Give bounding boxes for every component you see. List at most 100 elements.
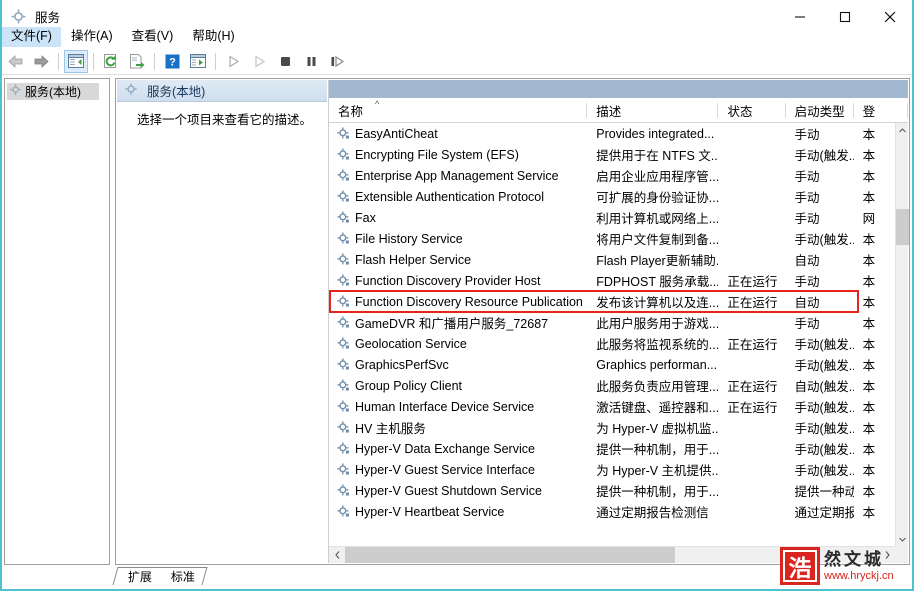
- column-header-startup-type[interactable]: 启动类型: [786, 98, 854, 123]
- service-logon-cell-label: 本: [862, 191, 876, 205]
- service-description-cell-label: 为 Hyper-V 主机提供...: [596, 464, 719, 478]
- scroll-up-button[interactable]: [896, 123, 909, 137]
- window-title: 服务: [35, 11, 61, 25]
- column-header-logon-as[interactable]: 登: [854, 98, 909, 123]
- vertical-scrollbar[interactable]: [895, 123, 909, 546]
- stop-service-button[interactable]: [273, 50, 297, 73]
- detail-pane-description: 选择一个项目来查看它的描述。: [137, 113, 313, 127]
- service-logon-cell-label: 本: [862, 275, 876, 289]
- service-name-label: Hyper-V Guest Shutdown Service: [355, 483, 542, 498]
- export-list-button[interactable]: [125, 50, 149, 73]
- table-row[interactable]: GraphicsPerfSvc Graphics performan... 手动(触…: [329, 354, 908, 375]
- table-row[interactable]: Hyper-V Guest Shutdown Service 提供一种机制，用于.…: [329, 480, 908, 501]
- forward-button[interactable]: [29, 50, 53, 73]
- service-name-label: Hyper-V Heartbeat Service: [355, 504, 505, 519]
- table-row[interactable]: Human Interface Device Service 激活键盘、遥控器和.…: [329, 396, 908, 417]
- menu-help[interactable]: 帮助(H): [183, 27, 243, 47]
- refresh-button[interactable]: [99, 50, 123, 73]
- start-service-button[interactable]: [221, 50, 245, 73]
- service-gear-icon: [336, 127, 350, 141]
- table-row[interactable]: Group Policy Client 此服务负责应用管理... 正在运行 自动(触发…: [329, 375, 908, 396]
- service-gear-icon: [336, 316, 350, 330]
- menu-file-label: 文件(F): [11, 29, 52, 43]
- vertical-scrollbar-thumb[interactable]: [896, 209, 909, 245]
- service-description-cell-label: 利用计算机或网络上...: [596, 212, 719, 226]
- restart-service-button[interactable]: [325, 50, 349, 73]
- watermark-url: www.hryckj.cn: [824, 569, 894, 582]
- table-row[interactable]: HV 主机服务 为 Hyper-V 虚拟机监... 手动(触发... 本: [329, 417, 908, 438]
- help-button[interactable]: ?: [160, 50, 184, 73]
- back-button[interactable]: [3, 50, 27, 73]
- table-row[interactable]: Function Discovery Resource Publication 发…: [329, 291, 908, 312]
- tree-node-services-local[interactable]: 服务(本地): [7, 83, 99, 100]
- service-name-cell: Geolocation Service: [329, 333, 587, 354]
- column-header-status[interactable]: 状态: [718, 98, 786, 123]
- service-logon-cell-label: 本: [862, 317, 876, 331]
- column-header-description[interactable]: 描述: [587, 98, 719, 123]
- service-description-cell: 可扩展的身份验证协...: [587, 186, 718, 207]
- sort-ascending-icon: ^: [375, 98, 380, 109]
- menu-action[interactable]: 操作(A): [62, 27, 122, 47]
- service-gear-icon: [336, 274, 350, 288]
- service-description-cell: 发布该计算机以及连...: [587, 291, 718, 312]
- service-description-cell: 为 Hyper-V 主机提供...: [587, 459, 718, 480]
- table-row[interactable]: Enterprise App Management Service 启用企业应用程…: [329, 165, 908, 186]
- service-logon-cell-label: 本: [862, 296, 876, 310]
- services-rows[interactable]: EasyAntiCheat Provides integrated... 手动本 En…: [329, 123, 908, 522]
- service-name-label: Function Discovery Resource Publication: [355, 294, 583, 309]
- table-row[interactable]: Encrypting File System (EFS) 提供用于在 NTFS 文…: [329, 144, 908, 165]
- svg-text:?: ?: [169, 56, 176, 68]
- table-row[interactable]: File History Service 将用户文件复制到备... 手动(触发...…: [329, 228, 908, 249]
- menu-file[interactable]: 文件(F): [2, 27, 61, 47]
- service-name-label: Group Policy Client: [355, 378, 462, 393]
- resume-service-button[interactable]: [247, 50, 271, 73]
- service-gear-icon: [336, 421, 350, 435]
- service-name-cell: Hyper-V Guest Service Interface: [329, 459, 587, 480]
- table-row[interactable]: EasyAntiCheat Provides integrated... 手动 本: [329, 123, 908, 144]
- service-logon-cell-label: 本: [862, 338, 876, 352]
- service-startup-type-cell-label: 手动: [794, 128, 820, 142]
- service-logon-cell-label: 本: [862, 380, 876, 394]
- menu-help-label: 帮助(H): [192, 29, 235, 43]
- service-name-cell: Group Policy Client: [329, 375, 587, 396]
- scroll-down-button[interactable]: [896, 532, 909, 546]
- horizontal-scrollbar-thumb[interactable]: [345, 547, 675, 563]
- table-row[interactable]: Extensible Authentication Protocol 可扩展的身份…: [329, 186, 908, 207]
- column-header-name[interactable]: 名称 ^: [329, 98, 588, 123]
- table-row[interactable]: GameDVR 和广播用户服务_72687 此用户服务用于游戏... 手动 本: [329, 312, 908, 333]
- menu-action-label: 操作(A): [70, 29, 113, 43]
- service-startup-type-cell-label: 自动: [794, 254, 820, 268]
- table-row[interactable]: Hyper-V Guest Service Interface 为 Hyper-V…: [329, 459, 908, 480]
- service-name-cell: GraphicsPerfSvc: [329, 354, 587, 375]
- table-row[interactable]: Geolocation Service 此服务将监视系统的... 正在运行 手动(触发…: [329, 333, 908, 354]
- service-startup-type-cell-label: 手动(触发...: [794, 149, 854, 163]
- service-status-cell: [718, 501, 785, 522]
- pause-service-button[interactable]: [299, 50, 323, 73]
- menu-view[interactable]: 查看(V): [123, 27, 183, 47]
- table-row[interactable]: Hyper-V Heartbeat Service 通过定期报告检测信 通过定期报告…: [329, 501, 908, 522]
- table-row[interactable]: Fax 利用计算机或网络上... 手动 网: [329, 207, 908, 228]
- service-startup-type-cell: 手动(触发...: [786, 417, 854, 438]
- table-row[interactable]: Flash Helper Service Flash Player更新辅助... 自…: [329, 249, 908, 270]
- service-name-cell: File History Service: [329, 228, 587, 249]
- table-row[interactable]: Hyper-V Data Exchange Service 提供一种机制，用于..…: [329, 438, 908, 459]
- service-name-cell: Function Discovery Resource Publication: [329, 291, 587, 312]
- service-name-label: Fax: [355, 210, 376, 225]
- service-status-cell: [718, 249, 785, 270]
- service-status-cell: [718, 417, 785, 438]
- properties-window-button[interactable]: [186, 50, 210, 73]
- service-description-cell-label: 此服务将监视系统的...: [596, 338, 719, 352]
- table-row[interactable]: Function Discovery Provider Host FDPHOST …: [329, 270, 908, 291]
- scroll-left-button[interactable]: [329, 547, 345, 563]
- show-console-tree-button[interactable]: [64, 49, 88, 73]
- tab-standard[interactable]: 标准: [156, 567, 208, 585]
- service-description-cell: FDPHOST 服务承载...: [587, 270, 718, 291]
- service-description-cell-label: 将用户文件复制到备...: [596, 233, 719, 247]
- service-startup-type-cell: 手动(触发...: [786, 228, 854, 249]
- service-description-cell-label: 此服务负责应用管理...: [596, 380, 719, 394]
- toolbar-separator: [154, 52, 155, 70]
- service-status-cell-label: 正在运行: [727, 401, 778, 415]
- service-description-cell-label: Provides integrated...: [596, 126, 715, 141]
- service-description-cell: 此服务将监视系统的...: [587, 333, 718, 354]
- service-startup-type-cell: 手动: [786, 312, 854, 333]
